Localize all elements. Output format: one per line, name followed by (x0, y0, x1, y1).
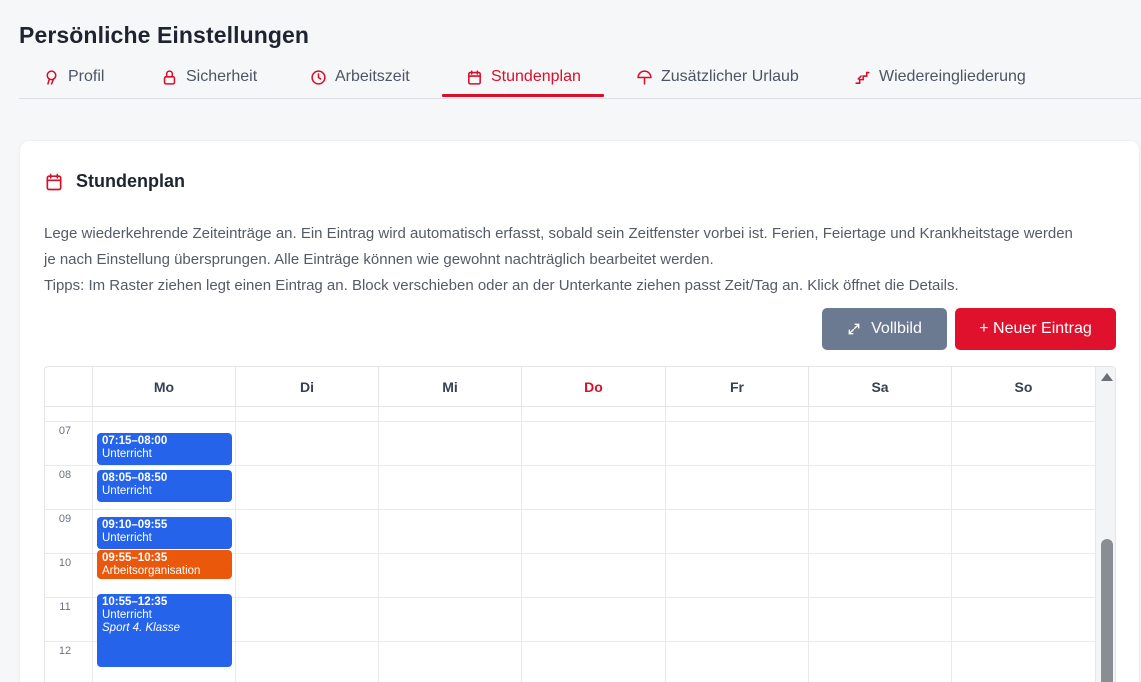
description-text: Lege wiederkehrende Zeiteinträge an. Ein… (44, 225, 1073, 268)
calendar-icon (468, 69, 481, 85)
timetable-event[interactable]: 09:10–09:55 Unterricht (97, 517, 232, 549)
timetable-card: Stundenplan Lege wiederkehrende Zeiteint… (19, 140, 1140, 682)
new-entry-label: + Neuer Eintrag (979, 320, 1092, 337)
day-header-di: Di (235, 367, 378, 406)
hour-line (45, 465, 1095, 466)
tab-label: Profil (68, 68, 105, 85)
tab-label: Sicherheit (186, 68, 258, 85)
day-header-do: Do (521, 367, 665, 406)
tab-profil[interactable]: Profil (43, 56, 104, 98)
event-time: 10:55–12:35 (102, 596, 168, 608)
fullscreen-button[interactable]: Vollbild (822, 308, 947, 350)
lock-icon (163, 69, 176, 85)
calendar-icon (46, 173, 62, 190)
active-tab-indicator (442, 94, 604, 97)
tab-label: Wiedereingliederung (879, 68, 1026, 85)
day-header-mo: Mo (92, 367, 235, 406)
new-entry-button[interactable]: + Neuer Eintrag (955, 308, 1116, 350)
tab-label: Stundenplan (491, 68, 581, 85)
card-title: Stundenplan (76, 171, 185, 191)
tab-sicherheit[interactable]: Sicherheit (161, 56, 257, 98)
day-header-sa: Sa (808, 367, 951, 406)
hour-line (45, 421, 1095, 422)
timetable-event[interactable]: 07:15–08:00 Unterricht (97, 433, 232, 465)
week-grid[interactable]: Mo Di Mi Do Fr Sa So 07 08 09 10 11 12 0… (44, 366, 1116, 682)
tab-wiedereingliederung[interactable]: Wiedereingliederung (854, 56, 1026, 98)
settings-tabs: Profil Sicherheit Arbeitszeit Stundenpla… (19, 56, 1141, 99)
day-header-so: So (951, 367, 1095, 406)
hour-label: 09 (58, 513, 72, 525)
event-time: 09:55–10:35 (102, 552, 168, 564)
scroll-up-arrow-icon[interactable] (1101, 373, 1113, 381)
tab-label: Zusätzlicher Urlaub (661, 68, 799, 85)
hour-label: 08 (58, 469, 72, 481)
tab-label: Arbeitszeit (335, 68, 410, 85)
event-category: Unterricht (102, 532, 152, 544)
event-time: 08:05–08:50 (102, 472, 168, 484)
hour-label: 11 (59, 601, 71, 613)
card-description: Lege wiederkehrende Zeiteinträge an. Ein… (44, 221, 1084, 299)
umbrella-icon (637, 69, 652, 85)
steps-icon (855, 71, 870, 84)
event-subject: Sport 4. Klasse (102, 622, 180, 634)
event-category: Unterricht (102, 485, 152, 497)
event-time: 09:10–09:55 (102, 519, 168, 531)
grid-scrollbar[interactable] (1095, 367, 1115, 682)
day-header-fr: Fr (665, 367, 808, 406)
timetable-event[interactable]: 08:05–08:50 Unterricht (97, 470, 232, 502)
hour-label: 07 (58, 425, 72, 437)
day-header-mi: Mi (378, 367, 521, 406)
hour-label: 10 (58, 557, 72, 569)
timetable-event[interactable]: 09:55–10:35 Arbeitsorganisation (97, 550, 232, 579)
hour-line (45, 509, 1095, 510)
event-category: Unterricht (102, 448, 152, 460)
event-category: Unterricht (102, 609, 152, 621)
clock-icon (311, 69, 326, 85)
tab-zusaetzlicher-urlaub[interactable]: Zusätzlicher Urlaub (636, 56, 799, 98)
week-grid-header: Mo Di Mi Do Fr Sa So (45, 367, 1095, 407)
event-category: Arbeitsorganisation (102, 565, 201, 577)
profile-icon (46, 69, 57, 85)
timetable-event[interactable]: 10:55–12:35 Unterricht Sport 4. Klasse (97, 594, 232, 667)
expand-icon (848, 323, 860, 335)
hour-label: 12 (58, 645, 72, 657)
scroll-thumb[interactable] (1101, 539, 1113, 682)
tab-arbeitszeit[interactable]: Arbeitszeit (310, 56, 410, 98)
fullscreen-label: Vollbild (871, 320, 922, 337)
tips-text: Tipps: Im Raster ziehen legt einen Eintr… (44, 277, 959, 294)
event-time: 07:15–08:00 (102, 435, 168, 447)
card-header: Stundenplan (44, 171, 185, 192)
tab-stundenplan[interactable]: Stundenplan (466, 56, 581, 98)
page-title: Persönliche Einstellungen (19, 22, 310, 48)
